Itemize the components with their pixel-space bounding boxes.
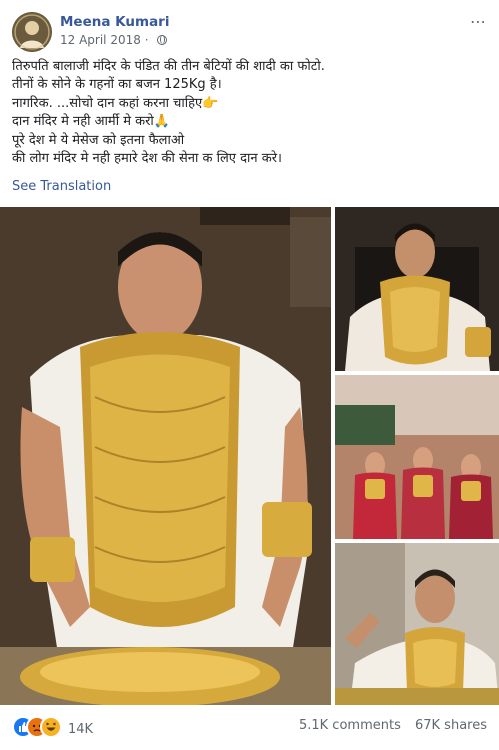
photo-main-image	[0, 207, 331, 705]
photo-bottom-right[interactable]	[335, 543, 499, 705]
meta-separator: ·	[144, 33, 149, 47]
post-text-line: दान मंदिर मे नही आर्मी मे करो🙏	[12, 114, 170, 130]
comments-count[interactable]: 5.1K comments	[299, 718, 401, 733]
post-meta: 12 April 2018 ·	[60, 33, 168, 47]
photo-top-right[interactable]	[335, 207, 499, 371]
post-text: तिरुपति बालाजी मंदिर के पंडित की तीन बेट…	[12, 58, 487, 168]
photo-middle-right[interactable]	[335, 375, 499, 539]
facebook-post: Meena Kumari 12 April 2018 · ⋯ तिरुपति ब…	[0, 0, 499, 750]
photo-top-right-image	[335, 207, 499, 371]
post-text-line: तीनों के सोने के गहनों का बजन 125Kg है।	[12, 77, 222, 93]
more-options-icon[interactable]: ⋯	[470, 12, 487, 31]
photo-bottom-right-image	[335, 543, 499, 705]
photo-main[interactable]	[0, 207, 331, 705]
shares-count[interactable]: 67K shares	[415, 718, 487, 733]
post-date[interactable]: 12 April 2018	[60, 33, 141, 47]
reaction-count[interactable]: 14K	[68, 722, 93, 737]
globe-icon[interactable]	[157, 35, 168, 45]
post-footer: 14K 5.1K comments 67K shares	[12, 712, 487, 742]
post-text-line: तिरुपति बालाजी मंदिर के पंडित की तीन बेट…	[12, 59, 325, 74]
avatar-image	[12, 12, 52, 52]
engagement-stats: 5.1K comments 67K shares	[299, 718, 487, 733]
post-text-line: पूरे देश मे ये मेसेज को इतना फैलाओ	[12, 132, 185, 148]
photo-grid	[0, 207, 499, 705]
author-avatar[interactable]	[12, 12, 52, 52]
post-header: Meena Kumari 12 April 2018 · ⋯	[12, 12, 487, 52]
post-text-line: की लोग मंदिर मे नही हमारे देश की सेना क …	[12, 151, 282, 167]
author-name[interactable]: Meena Kumari	[60, 14, 169, 30]
haha-icon	[40, 716, 62, 738]
post-text-line: नागरिक. ...सोचो दान कहां करना चाहिए👉	[12, 95, 219, 111]
see-translation-link[interactable]: See Translation	[12, 179, 111, 194]
photo-middle-right-image	[335, 375, 499, 539]
